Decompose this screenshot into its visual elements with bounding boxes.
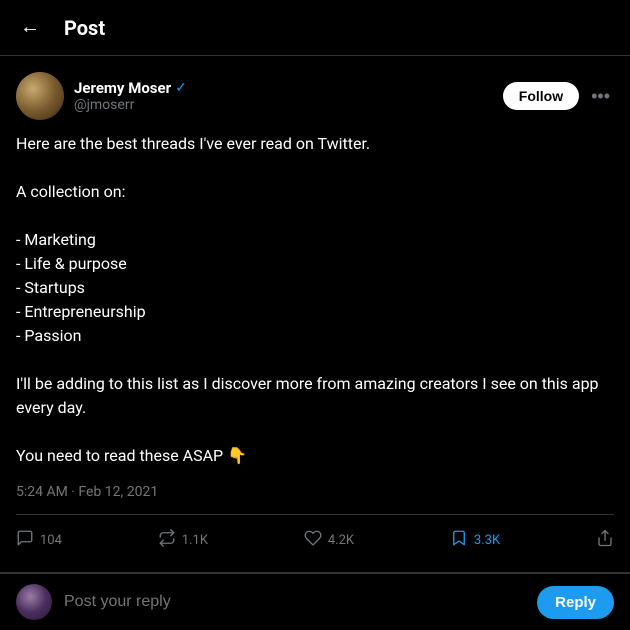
retweet-icon [158, 529, 176, 552]
user-name-row: Jeremy Moser ✓ [74, 79, 187, 97]
share-icon [596, 529, 614, 552]
reply-bar: Reply [0, 573, 630, 630]
user-actions: Follow ••• [503, 82, 614, 111]
verified-icon: ✓ [175, 80, 187, 96]
stats-row: 104 1.1K 4.2K [16, 525, 614, 556]
share-stat[interactable] [596, 529, 614, 552]
user-name[interactable]: Jeremy Moser [74, 79, 171, 97]
bookmark-icon [450, 529, 468, 552]
user-handle[interactable]: @jmoserr [74, 97, 187, 113]
tweet-text: Here are the best threads I've ever read… [16, 132, 614, 468]
follow-button[interactable]: Follow [503, 82, 579, 110]
user-left: Jeremy Moser ✓ @jmoserr [16, 72, 187, 120]
reply-input[interactable] [64, 593, 525, 611]
bookmarks-stat[interactable]: 3.3K [450, 529, 500, 552]
retweets-count: 1.1K [182, 533, 208, 548]
bookmarks-count: 3.3K [474, 533, 500, 548]
user-info: Jeremy Moser ✓ @jmoserr [74, 79, 187, 113]
reply-avatar [16, 584, 52, 620]
likes-stat[interactable]: 4.2K [304, 529, 354, 552]
page-title: Post [64, 16, 105, 40]
comments-stat[interactable]: 104 [16, 529, 62, 552]
tweet-container: Jeremy Moser ✓ @jmoserr Follow ••• Here … [0, 56, 630, 573]
heart-icon [304, 529, 322, 552]
avatar[interactable] [16, 72, 64, 120]
divider [16, 514, 614, 515]
back-button[interactable]: ← [16, 12, 44, 43]
reply-button[interactable]: Reply [537, 586, 614, 619]
header: ← Post [0, 0, 630, 56]
more-button[interactable]: ••• [587, 82, 614, 111]
comment-icon [16, 529, 34, 552]
likes-count: 4.2K [328, 533, 354, 548]
comments-count: 104 [40, 533, 62, 548]
more-icon: ••• [591, 86, 610, 106]
user-row: Jeremy Moser ✓ @jmoserr Follow ••• [16, 72, 614, 120]
timestamp: 5:24 AM · Feb 12, 2021 [16, 482, 614, 500]
retweet-stat[interactable]: 1.1K [158, 529, 208, 552]
